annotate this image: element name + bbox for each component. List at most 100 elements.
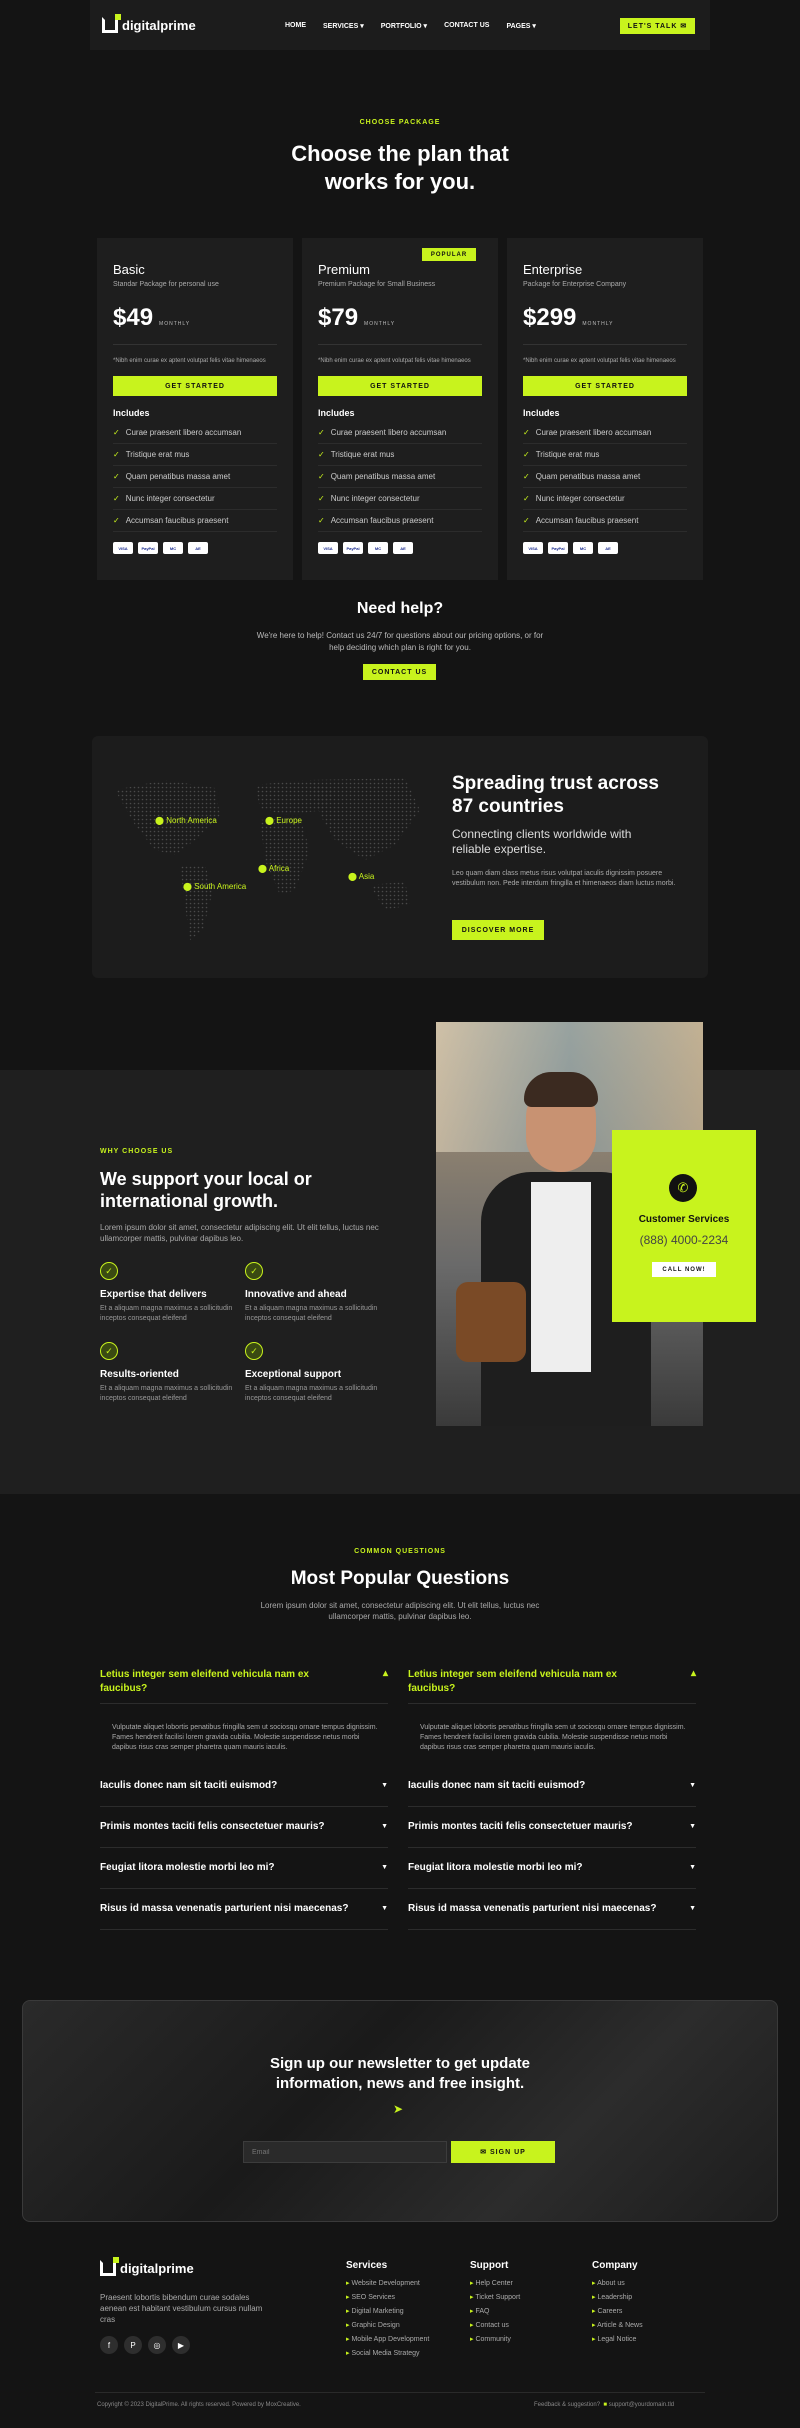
feedback-contact: Feedback & suggestion? ■ support@yourdom… (534, 2402, 675, 2408)
feature-list: ✓ Curae praesent libero accumsan ✓ Tristiq… (113, 422, 277, 532)
nav-pages[interactable]: PAGES ▾ (506, 22, 535, 30)
footer-divider (95, 2392, 705, 2393)
nav-contact[interactable]: CONTACT US (444, 22, 489, 30)
check-icon: ✓ (318, 428, 325, 437)
plan-note: *Nibh enim curae ex aptent volutpat feli… (318, 358, 471, 364)
youtube-icon[interactable]: ▶ (172, 2336, 190, 2354)
footer-logo[interactable]: digitalprime (100, 2257, 194, 2276)
faq-eyebrow: COMMON QUESTIONS (354, 1548, 446, 1555)
footer-link[interactable]: Graphic Design (346, 2321, 429, 2329)
footer-services: Services Website Development SEO Service… (346, 2260, 429, 2363)
why-title: We support your local or international gr… (100, 1169, 312, 1211)
payment-cards: VISA PayPal MC AE (523, 542, 687, 554)
amex-icon: AE (188, 542, 208, 554)
footer-link[interactable]: FAQ (470, 2307, 520, 2315)
map-pin-africa[interactable]: ⬤ Africa (258, 864, 289, 873)
faq-question[interactable]: Iaculis donec nam sit taciti euismod? ▼ (100, 1765, 388, 1807)
payment-cards: VISA PayPal MC AE (113, 542, 277, 554)
trust-subtitle: Connecting clients worldwide with reliabl… (452, 827, 632, 856)
footer-link[interactable]: Contact us (470, 2321, 520, 2329)
logo-icon (102, 14, 121, 33)
footer-link[interactable]: Website Development (346, 2279, 429, 2287)
footer-link[interactable]: Community (470, 2335, 520, 2343)
footer-link[interactable]: Leadership (592, 2293, 643, 2301)
service-phone[interactable]: (888) 4000-2234 (612, 1233, 756, 1247)
contact-us-button[interactable]: CONTACT US (363, 664, 436, 680)
lets-talk-button[interactable]: LET'S TALK ✉ (620, 18, 695, 34)
email-input[interactable] (243, 2141, 447, 2163)
faq-question[interactable]: Feugiat litora molestie morbi leo mi? ▼ (408, 1847, 696, 1889)
footer-link[interactable]: SEO Services (346, 2293, 429, 2301)
map-pin-south-america[interactable]: ⬤ South America (183, 882, 246, 891)
paypal-icon: PayPal (343, 542, 363, 554)
check-icon: ✓ (113, 494, 120, 503)
social-links: f P ◎ ▶ (100, 2336, 190, 2354)
check-icon: ✓ (100, 1262, 118, 1280)
visa-icon: VISA (523, 542, 543, 554)
get-started-button[interactable]: GET STARTED (318, 376, 482, 396)
feature-list: ✓ Curae praesent libero accumsan ✓ Tristiq… (318, 422, 482, 532)
footer-link[interactable]: Social Media Strategy (346, 2349, 429, 2357)
footer-link[interactable]: Ticket Support (470, 2293, 520, 2301)
footer-link[interactable]: Help Center (470, 2279, 520, 2287)
facebook-icon[interactable]: f (100, 2336, 118, 2354)
faq-question[interactable]: Primis montes taciti felis consectetuer … (408, 1806, 696, 1848)
footer-link[interactable]: Mobile App Development (346, 2335, 429, 2343)
list-item: ✓ Curae praesent libero accumsan (318, 422, 482, 444)
footer-link[interactable]: About us (592, 2279, 643, 2287)
feature-innovative: ✓ Innovative and ahead Et a aliquam magna … (245, 1262, 385, 1324)
sign-up-button[interactable]: ✉ SIGN UP (451, 2141, 555, 2163)
instagram-icon[interactable]: ◎ (148, 2336, 166, 2354)
footer-link[interactable]: Legal Notice (592, 2335, 643, 2343)
service-title: Customer Services (638, 1214, 730, 1225)
faq-open-question-left[interactable]: Letius integer sem eleifend vehicula nam… (100, 1668, 388, 1704)
pin-icon: ⬤ (348, 872, 357, 881)
discover-more-button[interactable]: DISCOVER MORE (452, 920, 544, 940)
list-item: ✓ Accumsan faucibus praesent (523, 510, 687, 532)
faq-question[interactable]: Risus id massa venenatis parturient nisi… (408, 1888, 696, 1930)
support-email-link[interactable]: support@yourdomain.tld (609, 2402, 674, 2408)
faq-question[interactable]: Iaculis donec nam sit taciti euismod? ▼ (408, 1765, 696, 1807)
faq-open-question-right[interactable]: Letius integer sem eleifend vehicula nam… (408, 1668, 696, 1704)
map-pin-north-america[interactable]: ⬤ North America (155, 816, 217, 825)
footer-link[interactable]: Article & News (592, 2321, 643, 2329)
mastercard-icon: MC (368, 542, 388, 554)
map-pin-europe[interactable]: ⬤ Europe (265, 816, 302, 825)
nav-services[interactable]: SERVICES ▾ (323, 22, 364, 30)
help-text: We're here to help! Contact us 24/7 for … (256, 631, 544, 652)
nav-portfolio[interactable]: PORTFOLIO ▾ (381, 22, 427, 30)
get-started-button[interactable]: GET STARTED (523, 376, 687, 396)
visa-icon: VISA (113, 542, 133, 554)
mastercard-icon: MC (573, 542, 593, 554)
why-text: Lorem ipsum dolor sit amet, consectetur … (100, 1223, 379, 1243)
faq-text: Lorem ipsum dolor sit amet, consectetur … (260, 1601, 540, 1621)
footer-link[interactable]: Careers (592, 2307, 643, 2315)
plan-card-premium: POPULAR Premium Premium Package for Smal… (302, 238, 498, 580)
chevron-down-icon: ▾ (423, 23, 428, 30)
list-item: ✓ Tristique erat mus (318, 444, 482, 466)
site-header: digitalprime HOME SERVICES ▾ PORTFOLIO ▾… (90, 0, 710, 50)
feature-expertise: ✓ Expertise that delivers Et a aliquam mag… (100, 1262, 240, 1324)
list-item: ✓ Nunc integer consectetur (113, 488, 277, 510)
logo[interactable]: digitalprime (102, 14, 196, 33)
pinterest-icon[interactable]: P (124, 2336, 142, 2354)
faq-question[interactable]: Risus id massa venenatis parturient nisi… (100, 1888, 388, 1930)
chat-icon: ✉ (680, 23, 688, 30)
pin-icon: ⬤ (183, 882, 192, 891)
pricing-eyebrow: CHOOSE PACKAGE (359, 119, 441, 126)
footer-link[interactable]: Digital Marketing (346, 2307, 429, 2315)
faq-question[interactable]: Primis montes taciti felis consectetuer … (100, 1806, 388, 1848)
call-now-button[interactable]: CALL NOW! (652, 1262, 716, 1277)
plan-price: $299 (523, 304, 577, 331)
plan-name: Enterprise (523, 262, 583, 277)
paypal-icon: PayPal (548, 542, 568, 554)
faq-title: Most Popular Questions (290, 1568, 510, 1589)
faq-question[interactable]: Feugiat litora molestie morbi leo mi? ▼ (100, 1847, 388, 1889)
check-icon: ✓ (113, 472, 120, 481)
map-pin-asia[interactable]: ⬤ Asia (348, 872, 374, 881)
pricing-title: Choose the plan that works for you. (291, 141, 509, 194)
plan-card-enterprise: Enterprise Package for Enterprise Compan… (507, 238, 703, 580)
nav-home[interactable]: HOME (285, 22, 306, 30)
get-started-button[interactable]: GET STARTED (113, 376, 277, 396)
popular-badge: POPULAR (422, 248, 476, 261)
